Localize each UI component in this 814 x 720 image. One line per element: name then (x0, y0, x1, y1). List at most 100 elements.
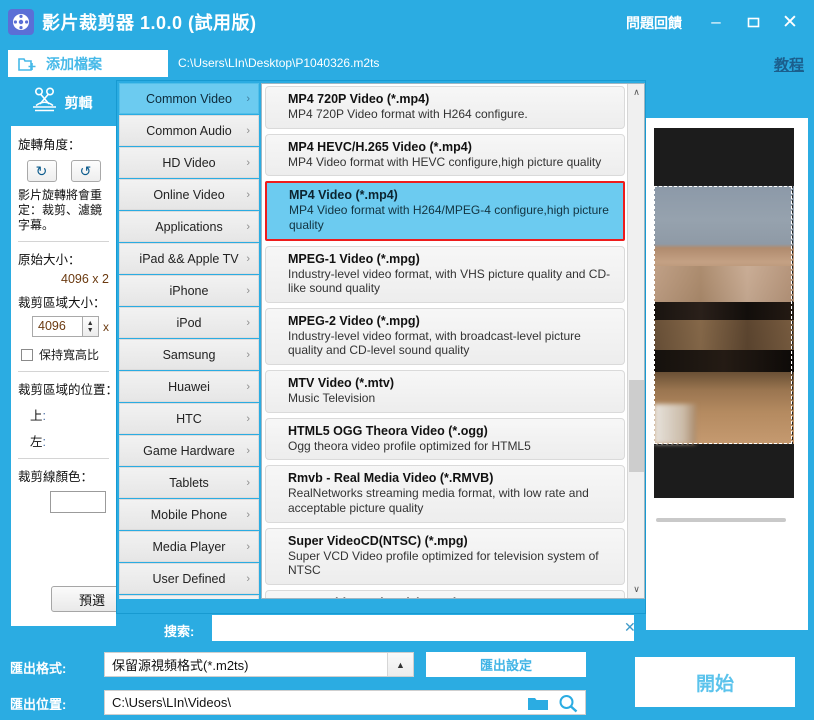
format-category-label: Applications (155, 219, 223, 234)
format-list-item[interactable]: MPEG-2 Video (*.mpg) Industry-level video… (265, 307, 625, 365)
chevron-right-icon: › (246, 124, 250, 137)
format-category-item[interactable]: Online Video › (119, 179, 259, 210)
crop-width-stepper[interactable]: 4096 ▲ ▼ x (32, 316, 109, 337)
format-category-item[interactable]: Mobile Phone › (119, 499, 259, 530)
format-list-item[interactable]: Super VideoCD(PAL) (*.mpg)Super VCD Vide… (265, 589, 625, 598)
start-button[interactable]: 開始 (635, 657, 795, 707)
export-format-value: 保留源視頻格式(*.m2ts) (112, 658, 249, 673)
format-list-item[interactable]: MP4 720P Video (*.mp4) MP4 720P Video for… (265, 86, 625, 129)
format-title: MP4 Video (*.mp4) (289, 188, 398, 203)
original-size-value: 4096 x 2 (61, 272, 109, 286)
video-preview[interactable] (654, 128, 794, 498)
format-description: Industry-level video format, with broadc… (288, 328, 581, 358)
magnifier-icon[interactable] (558, 694, 578, 718)
format-description: Super VCD Video profile optimized for te… (288, 548, 599, 578)
close-button[interactable]: ✕ (776, 8, 804, 36)
format-category-label: HTC (176, 411, 202, 426)
rotate-counterclockwise-icon[interactable]: ↺ (70, 160, 101, 182)
export-location-label: 匯出位置: (10, 697, 67, 712)
maximize-button[interactable] (739, 8, 767, 36)
bark-band-1 (654, 266, 794, 304)
folder-icon[interactable] (527, 695, 549, 717)
bark-band-4 (654, 350, 794, 372)
crop-top-label: 上 (30, 409, 43, 423)
crop-line-color-label: 裁剪線顏色： (18, 470, 94, 484)
export-location-field[interactable]: C:\Users\LIn\Videos\ (104, 690, 586, 715)
format-title: MP4 720P Video (*.mp4) (288, 92, 430, 106)
format-category-item[interactable]: iPad && Apple TV › (119, 243, 259, 274)
scrollbar-thumb[interactable] (629, 380, 644, 472)
format-category-item[interactable]: HD Video › (119, 147, 259, 178)
keep-aspect-ratio-label: 保持寬高比 (39, 348, 100, 362)
format-category-item[interactable]: Common Video › (119, 83, 259, 114)
export-format-label: 匯出格式: (10, 661, 67, 676)
chevron-right-icon: › (246, 540, 250, 553)
add-folder-icon (18, 56, 36, 72)
format-category-item[interactable]: Common Audio › (119, 115, 259, 146)
minimize-button[interactable]: – (702, 8, 730, 36)
current-file-path: C:\Users\LIn\Desktop\P1040326.m2ts (178, 56, 380, 70)
chevron-up-icon[interactable]: ▲ (387, 653, 413, 676)
format-category-label: Common Video (146, 91, 232, 106)
format-category-label: Huawei (168, 379, 210, 394)
format-title: Rmvb - Real Media Video (*.RMVB) (288, 471, 494, 486)
format-description: RealNetworks streaming media format, wit… (288, 486, 589, 515)
rotate-clockwise-icon[interactable]: ↻ (26, 160, 57, 182)
format-category-label: Tablets (169, 475, 209, 490)
tutorial-link[interactable]: 教程 (774, 54, 804, 75)
maximize-icon (747, 17, 759, 27)
format-search-row: 搜索: ✕ (116, 614, 646, 644)
format-list-item[interactable]: HTML5 OGG Theora Video (*.ogg) Ogg theora… (265, 417, 625, 461)
format-category-list[interactable]: Common Video › Common Audio › HD Video › Onlin… (119, 83, 259, 599)
format-list-item[interactable]: MPEG-1 Video (*.mpg) Industry-level video… (265, 245, 625, 303)
format-list[interactable]: MP4 720P Video (*.mp4) MP4 720P Video for… (262, 84, 628, 598)
film-reel-icon (8, 9, 34, 35)
crop-width-spin-arrows[interactable]: ▲ ▼ (82, 316, 99, 337)
export-settings-button[interactable]: 匯出設定 (426, 652, 586, 677)
crop-width-input[interactable]: 4096 (32, 316, 83, 337)
format-category-item[interactable]: iPod › (119, 307, 259, 338)
format-list-item[interactable]: MTV Video (*.mtv) Music Television (265, 370, 625, 413)
rotate-angle-label: 旋轉角度： (18, 138, 81, 152)
search-input[interactable] (212, 615, 634, 641)
export-format-combobox[interactable]: 保留源視頻格式(*.m2ts) ▲ (104, 652, 414, 677)
format-list-item[interactable]: MP4 Video (*.mp4) MP4 Video format with H… (265, 181, 625, 241)
format-category-item[interactable]: Applications › (119, 211, 259, 242)
scroll-up-icon[interactable]: ∧ (628, 84, 644, 101)
add-file-button[interactable]: 添加檔案 (8, 50, 168, 77)
spin-up-icon[interactable]: ▲ (87, 320, 94, 327)
format-list-item[interactable]: Super VideoCD(NTSC) (*.mpg) Super VCD Vid… (265, 527, 625, 585)
tab-edit[interactable]: 剪輯 (6, 82, 116, 124)
keep-aspect-ratio-checkbox[interactable]: 保持寬高比 (21, 346, 109, 363)
scroll-down-icon[interactable]: ∨ (628, 581, 644, 598)
crop-position-label: 裁剪區域的位置： (18, 383, 119, 397)
preview-timeline-slider[interactable] (656, 518, 786, 522)
crop-left-label: 左 (30, 435, 43, 449)
search-clear-icon[interactable]: ✕ (624, 619, 636, 636)
edit-settings-card: 旋轉角度： ↻ ↺ 影片旋轉將會重定：裁剪、濾鏡字幕。 原始大小： 4096 x… (11, 126, 133, 626)
format-list-item[interactable]: MP4 HEVC/H.265 Video (*.mp4) MP4 Video fo… (265, 133, 625, 177)
format-category-item[interactable]: Huawei › (119, 371, 259, 402)
bark-band-3 (654, 320, 794, 350)
format-category-item[interactable]: Recent› (119, 595, 259, 599)
format-category-item[interactable]: Game Hardware › (119, 435, 259, 466)
format-list-item[interactable]: Rmvb - Real Media Video (*.RMVB) RealNetw… (265, 465, 625, 523)
format-category-item[interactable]: iPhone › (119, 275, 259, 306)
format-list-panel: MP4 720P Video (*.mp4) MP4 720P Video for… (261, 83, 645, 599)
format-category-item[interactable]: User Defined › (119, 563, 259, 594)
spin-down-icon[interactable]: ▼ (87, 327, 94, 334)
checkbox-box[interactable] (21, 348, 33, 361)
format-category-item[interactable]: HTC › (119, 403, 259, 434)
format-category-item[interactable]: Media Player › (119, 531, 259, 562)
crop-line-color-swatch[interactable] (50, 491, 106, 513)
format-category-item[interactable]: Samsung › (119, 339, 259, 370)
chevron-right-icon: › (246, 476, 250, 489)
crop-size-separator: x (103, 319, 109, 334)
format-list-scrollbar[interactable]: ∧ ∨ (627, 84, 644, 598)
chevron-right-icon: › (246, 508, 250, 521)
format-description: MP4 Video format with HEVC configure,hig… (288, 154, 602, 169)
feedback-link[interactable]: 問題回饋 (626, 13, 682, 33)
format-category-item[interactable]: Tablets › (119, 467, 259, 498)
crop-top-colon: : (42, 409, 46, 423)
chevron-right-icon: › (246, 412, 250, 425)
